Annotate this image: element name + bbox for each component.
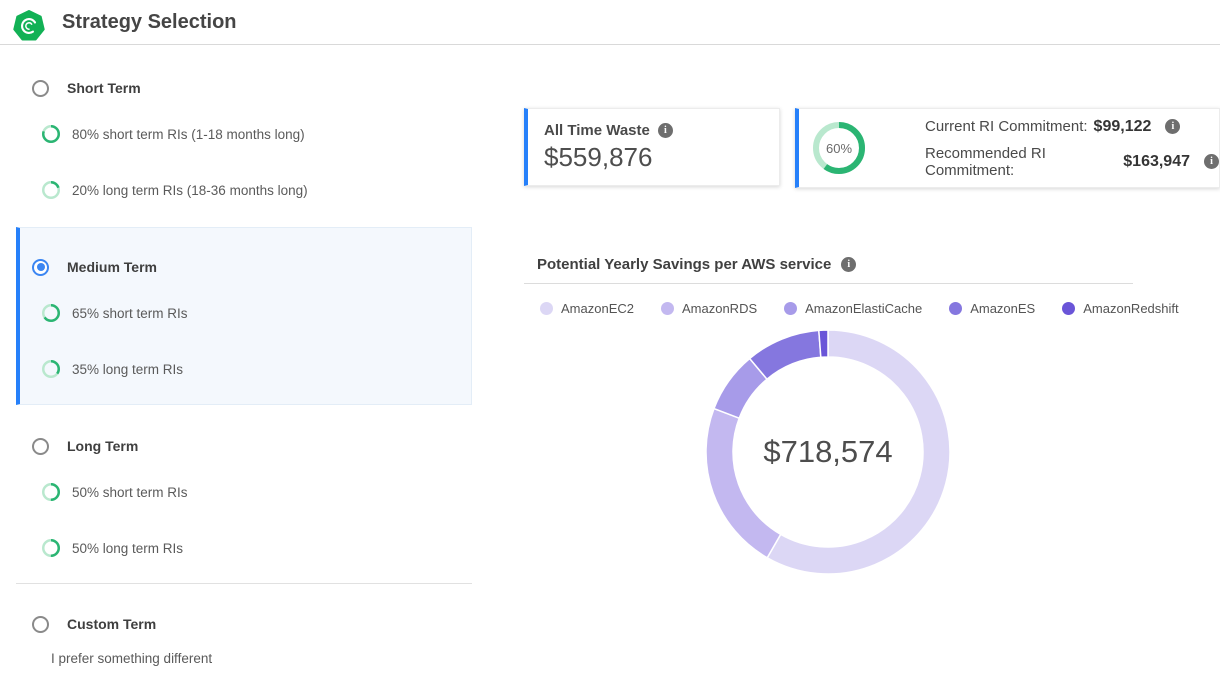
progress-ring-icon — [42, 539, 60, 557]
current-commitment-row: Current RI Commitment: $99,122 i — [925, 118, 1219, 136]
info-icon[interactable]: i — [1204, 154, 1219, 169]
item-label: 65% short term RIs — [72, 306, 188, 321]
recommended-commitment-label: Recommended RI Commitment: — [925, 145, 1117, 179]
option-label: Medium Term — [67, 259, 157, 275]
commitment-percent: 60% — [813, 122, 865, 174]
info-icon[interactable]: i — [658, 123, 673, 138]
option-label: Short Term — [67, 80, 141, 96]
long-term-item-1: 50% short term RIs — [16, 480, 472, 504]
progress-ring-icon — [42, 181, 60, 199]
option-label: Long Term — [67, 438, 138, 454]
custom-term-description: I prefer something different — [51, 651, 212, 666]
legend-dot-icon — [1062, 302, 1075, 315]
short-term-item-1: 80% short term RIs (1-18 months long) — [16, 122, 472, 146]
item-label: 35% long term RIs — [72, 362, 183, 377]
legend-label: AmazonRedshift — [1083, 301, 1178, 316]
radio-medium-term[interactable] — [32, 259, 49, 276]
info-icon[interactable]: i — [841, 257, 856, 272]
current-commitment-label: Current RI Commitment: — [925, 118, 1088, 135]
commitment-donut: 60% — [813, 122, 865, 174]
header-divider — [0, 44, 1220, 45]
legend-dot-icon — [949, 302, 962, 315]
progress-ring-icon — [42, 304, 60, 322]
strategy-selection-page: Strategy Selection Short Term 80% short … — [0, 0, 1220, 691]
progress-ring-icon — [42, 125, 60, 143]
waste-card-value: $559,876 — [544, 142, 765, 173]
legend-dot-icon — [540, 302, 553, 315]
legend-item-amazonredshift[interactable]: AmazonRedshift — [1062, 301, 1178, 316]
option-long-term[interactable]: Long Term — [16, 434, 472, 458]
medium-term-item-1: 65% short term RIs — [16, 301, 472, 325]
legend-item-amazones[interactable]: AmazonES — [949, 301, 1035, 316]
progress-ring-icon — [42, 483, 60, 501]
short-term-item-2: 20% long term RIs (18-36 months long) — [16, 178, 472, 202]
section-divider — [16, 583, 472, 584]
chart-divider — [524, 283, 1133, 284]
legend-label: AmazonElastiCache — [805, 301, 922, 316]
medium-term-item-2: 35% long term RIs — [16, 357, 472, 381]
option-medium-term[interactable]: Medium Term — [16, 255, 472, 279]
page-title: Strategy Selection — [62, 11, 237, 34]
recommended-commitment-value: $163,947 — [1123, 153, 1190, 171]
chart-legend: AmazonEC2 AmazonRDS AmazonElastiCache Am… — [540, 301, 1179, 316]
long-term-item-2: 50% long term RIs — [16, 536, 472, 560]
savings-donut-chart: $718,574 — [698, 322, 958, 582]
chart-title-row: Potential Yearly Savings per AWS service… — [537, 256, 856, 273]
radio-short-term[interactable] — [32, 80, 49, 97]
legend-label: AmazonES — [970, 301, 1035, 316]
legend-dot-icon — [784, 302, 797, 315]
chart-title: Potential Yearly Savings per AWS service — [537, 256, 831, 273]
legend-dot-icon — [661, 302, 674, 315]
option-label: Custom Term — [67, 616, 156, 632]
legend-label: AmazonEC2 — [561, 301, 634, 316]
legend-item-amazonelasticache[interactable]: AmazonElastiCache — [784, 301, 922, 316]
waste-card-label: All Time Waste — [544, 122, 650, 139]
radio-custom-term[interactable] — [32, 616, 49, 633]
legend-item-amazonec2[interactable]: AmazonEC2 — [540, 301, 634, 316]
ri-commitment-card: 60% Current RI Commitment: $99,122 i Rec… — [795, 108, 1220, 188]
app-logo-icon — [13, 10, 45, 42]
donut-center-value: $718,574 — [698, 322, 958, 582]
item-label: 20% long term RIs (18-36 months long) — [72, 183, 308, 198]
strategy-options-list: Short Term 80% short term RIs (1-18 mont… — [16, 60, 472, 691]
option-short-term[interactable]: Short Term — [16, 76, 472, 100]
progress-ring-icon — [42, 360, 60, 378]
option-custom-term[interactable]: Custom Term — [16, 612, 472, 636]
item-label: 50% short term RIs — [72, 485, 188, 500]
recommended-commitment-row: Recommended RI Commitment: $163,947 i — [925, 145, 1219, 179]
legend-label: AmazonRDS — [682, 301, 757, 316]
current-commitment-value: $99,122 — [1094, 118, 1152, 136]
info-icon[interactable]: i — [1165, 119, 1180, 134]
all-time-waste-card: All Time Waste i $559,876 — [524, 108, 780, 186]
legend-item-amazonrds[interactable]: AmazonRDS — [661, 301, 757, 316]
item-label: 80% short term RIs (1-18 months long) — [72, 127, 305, 142]
item-label: 50% long term RIs — [72, 541, 183, 556]
radio-long-term[interactable] — [32, 438, 49, 455]
